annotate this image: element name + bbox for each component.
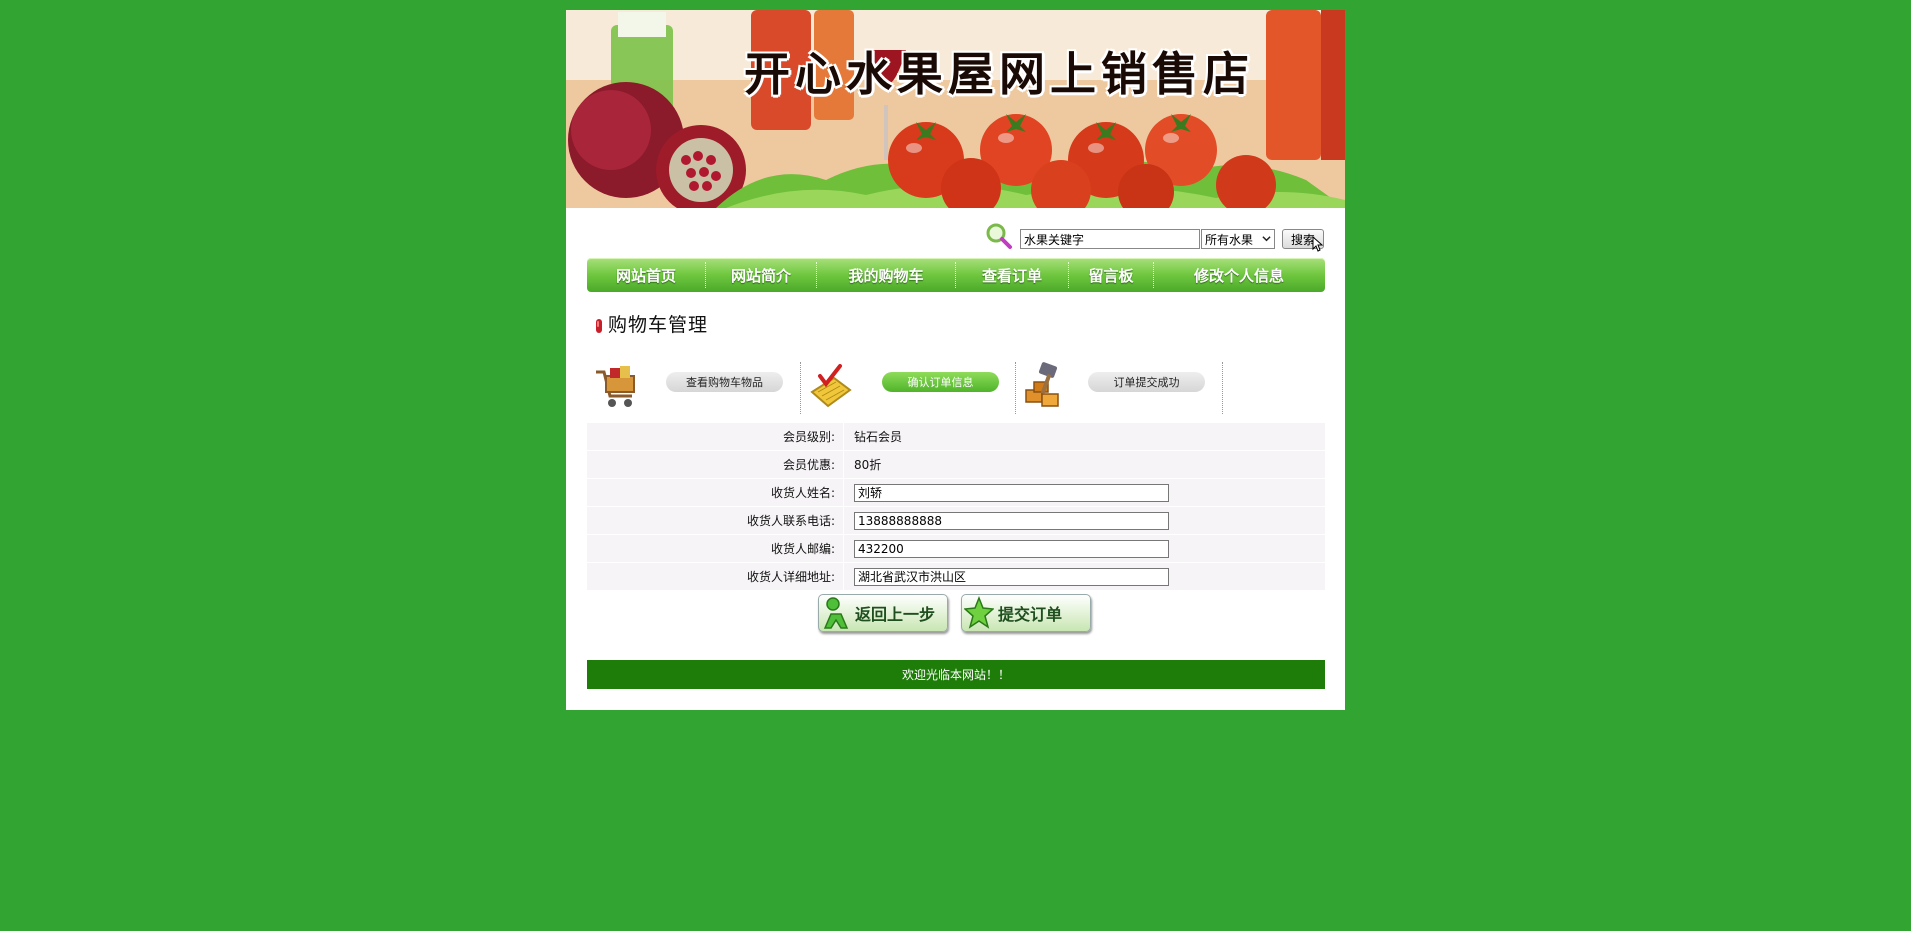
footer-welcome-text: 欢迎光临本网站！！ [901,668,1010,682]
search-input[interactable] [1020,229,1200,249]
member-level-value: 钻石会员 [844,423,1325,450]
step-confirm-order: 确认订单信息 [882,372,999,392]
star-icon [964,596,994,629]
page-container: 开心水果屋网上销售店 所有水果 搜索 网站首页 网站简介 我的购物车 查看订单 … [566,10,1345,710]
table-row: 收货人详细地址: [587,563,1325,591]
step-order-success: 订单提交成功 [1088,372,1205,392]
back-button-label: 返回上一步 [855,605,936,624]
search-magnifier-icon [986,223,1012,249]
recipient-address-label: 收货人详细地址: [587,563,844,590]
category-select-value: 所有水果 [1205,232,1254,247]
step-divider [1222,362,1223,414]
recipient-address-input[interactable] [854,567,1169,586]
nav-item-guestbook[interactable]: 留言板 [1069,258,1153,292]
recipient-phone-label: 收货人联系电话: [587,507,844,534]
recipient-phone-input[interactable] [854,511,1169,530]
table-row: 会员优惠: 80折 [587,451,1325,479]
discount-label: 会员优惠: [587,451,844,478]
order-info-form: 会员级别: 钻石会员 会员优惠: 80折 收货人姓名: 收货人联系电话: 收货人… [587,423,1325,591]
recipient-phone-cell [844,507,1325,534]
step-divider [800,362,801,414]
submit-order-label: 提交订单 [998,605,1063,624]
recipient-address-cell [844,563,1325,590]
red-pin-icon [596,319,602,333]
nav-item-about[interactable]: 网站简介 [706,258,816,292]
category-select[interactable]: 所有水果 [1201,229,1275,249]
member-level-label: 会员级别: [587,423,844,450]
nav-item-home[interactable]: 网站首页 [587,258,705,292]
recipient-zip-input[interactable] [854,539,1169,558]
person-arrow-icon [823,597,849,629]
pointer-cursor-icon [1312,236,1324,252]
chevron-down-icon [1262,236,1271,242]
table-row: 会员级别: 钻石会员 [587,423,1325,451]
checklist-icon [810,364,852,408]
nav-item-orders[interactable]: 查看订单 [956,258,1068,292]
footer: 欢迎光临本网站！！ [587,660,1325,689]
nav-item-profile[interactable]: 修改个人信息 [1154,258,1324,292]
table-row: 收货人邮编: [587,535,1325,563]
table-row: 收货人联系电话: [587,507,1325,535]
step-view-cart: 查看购物车物品 [666,372,783,392]
step-divider [1015,362,1016,414]
main-nav: 网站首页 网站简介 我的购物车 查看订单 留言板 修改个人信息 [587,258,1325,292]
recipient-name-cell [844,479,1325,506]
recipient-name-label: 收货人姓名: [587,479,844,506]
hammer-blocks-icon [1025,362,1059,407]
submit-order-button[interactable]: 提交订单 [961,594,1091,632]
back-button[interactable]: 返回上一步 [818,594,948,632]
recipient-name-input[interactable] [854,483,1169,502]
table-row: 收货人姓名: [587,479,1325,507]
discount-value: 80折 [844,451,1325,478]
banner-image: 开心水果屋网上销售店 [566,10,1345,208]
nav-item-cart[interactable]: 我的购物车 [817,258,955,292]
section-title: 购物车管理 [608,314,709,336]
shopping-cart-icon [596,366,635,407]
recipient-zip-label: 收货人邮编: [587,535,844,562]
recipient-zip-cell [844,535,1325,562]
banner-title: 开心水果屋网上销售店 [744,47,1254,101]
